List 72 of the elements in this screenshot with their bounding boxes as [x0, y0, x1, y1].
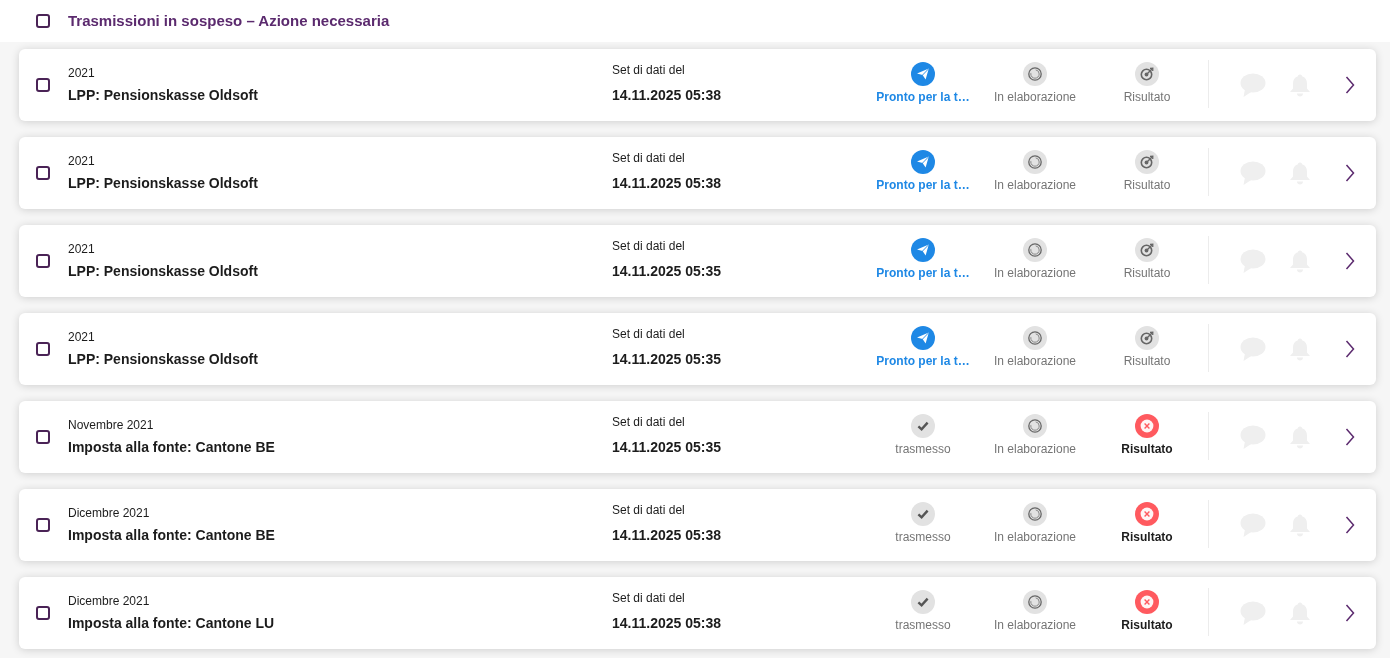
step-label: In elaborazione [993, 441, 1077, 457]
step-label: In elaborazione [993, 353, 1077, 369]
dataset-label: Set di dati del [612, 414, 686, 430]
chevron-right-icon[interactable] [1345, 340, 1355, 358]
row-checkbox[interactable] [36, 78, 50, 92]
step-label: trasmesso [895, 441, 951, 457]
dataset-date: 14.11.2025 05:35 [612, 350, 722, 368]
step-label: Pronto per la t… [876, 177, 970, 193]
transmission-title: Imposta alla fonte: Cantone BE [68, 526, 276, 544]
chevron-right-icon[interactable] [1345, 516, 1355, 534]
row-checkbox[interactable] [36, 518, 50, 532]
row-checkbox[interactable] [36, 254, 50, 268]
dataset-date: 14.11.2025 05:38 [612, 174, 722, 192]
dataset-label: Set di dati del [612, 326, 686, 342]
dataset-label: Set di dati del [612, 502, 686, 518]
step-label: In elaborazione [993, 617, 1077, 633]
chevron-right-icon[interactable] [1345, 164, 1355, 182]
chevron-right-icon[interactable] [1345, 76, 1355, 94]
transmission-title: LPP: Pensionskasse Oldsoft [68, 174, 259, 192]
transmission-card[interactable]: Novembre 2021 Imposta alla fonte: Cantone BE Set di dati del 14.11.2025 05:35 trasmesso In elaborazione Risultato [19, 401, 1376, 473]
step-label: Risultato [1123, 265, 1171, 281]
dataset-label: Set di dati del [612, 238, 686, 254]
select-all-checkbox[interactable] [36, 14, 50, 28]
transmission-card[interactable]: 2021 LPP: Pensionskasse Oldsoft Set di dati del 14.11.2025 05:38 Pronto per la t… In elaborazione Risultato [19, 137, 1376, 209]
chevron-right-icon[interactable] [1345, 252, 1355, 270]
row-checkbox[interactable] [36, 166, 50, 180]
dataset-date: 14.11.2025 05:35 [612, 262, 722, 280]
transmission-card[interactable]: 2021 LPP: Pensionskasse Oldsoft Set di dati del 14.11.2025 05:35 Pronto per la t… In elaborazione Risultato [19, 313, 1376, 385]
dataset-date: 14.11.2025 05:38 [612, 526, 722, 544]
chevron-right-icon[interactable] [1345, 604, 1355, 622]
row-checkbox[interactable] [36, 606, 50, 620]
step-label: Risultato [1123, 177, 1171, 193]
step-label: Risultato [1121, 617, 1173, 633]
step-label: Pronto per la t… [876, 89, 970, 105]
row-checkbox[interactable] [36, 430, 50, 444]
dataset-date: 14.11.2025 05:38 [612, 86, 722, 104]
step-label: trasmesso [895, 529, 951, 545]
dataset-date: 14.11.2025 05:38 [612, 614, 722, 632]
dataset-label: Set di dati del [612, 150, 686, 166]
transmission-title: LPP: Pensionskasse Oldsoft [68, 350, 259, 368]
period-text: 2021 [68, 153, 96, 169]
transmission-card[interactable]: 2021 LPP: Pensionskasse Oldsoft Set di dati del 14.11.2025 05:35 Pronto per la t… In elaborazione Risultato [19, 225, 1376, 297]
step-label: Risultato [1123, 89, 1171, 105]
period-text: Dicembre 2021 [68, 593, 151, 609]
step-label: Risultato [1121, 441, 1173, 457]
dataset-label: Set di dati del [612, 590, 686, 606]
row-checkbox[interactable] [36, 342, 50, 356]
step-label: trasmesso [895, 617, 951, 633]
transmission-title: LPP: Pensionskasse Oldsoft [68, 86, 259, 104]
step-label: Pronto per la t… [876, 353, 970, 369]
period-text: 2021 [68, 241, 96, 257]
step-label: Pronto per la t… [876, 265, 970, 281]
transmission-title: LPP: Pensionskasse Oldsoft [68, 262, 259, 280]
transmission-card[interactable]: Dicembre 2021 Imposta alla fonte: Cantone LU Set di dati del 14.11.2025 05:38 trasmesso In elaborazione Risultato [19, 577, 1376, 649]
step-label: Risultato [1121, 529, 1173, 545]
period-text: Dicembre 2021 [68, 505, 151, 521]
period-text: 2021 [68, 329, 96, 345]
step-label: In elaborazione [993, 89, 1077, 105]
dataset-label: Set di dati del [612, 62, 686, 78]
section-title: Trasmissioni in sospeso – Azione necessaria [68, 11, 390, 31]
step-label: Risultato [1123, 353, 1171, 369]
step-label: In elaborazione [993, 529, 1077, 545]
transmission-card[interactable]: 2021 LPP: Pensionskasse Oldsoft Set di dati del 14.11.2025 05:38 Pronto per la t… In elaborazione Risultato [19, 49, 1376, 121]
transmission-title: Imposta alla fonte: Cantone LU [68, 614, 276, 632]
chevron-right-icon[interactable] [1345, 428, 1355, 446]
transmission-card[interactable]: Dicembre 2021 Imposta alla fonte: Cantone BE Set di dati del 14.11.2025 05:38 trasmesso In elaborazione Risultato [19, 489, 1376, 561]
transmission-title: Imposta alla fonte: Cantone BE [68, 438, 276, 456]
dataset-date: 14.11.2025 05:35 [612, 438, 722, 456]
period-text: Novembre 2021 [68, 417, 155, 433]
step-label: In elaborazione [993, 265, 1077, 281]
period-text: 2021 [68, 65, 96, 81]
step-label: In elaborazione [993, 177, 1077, 193]
